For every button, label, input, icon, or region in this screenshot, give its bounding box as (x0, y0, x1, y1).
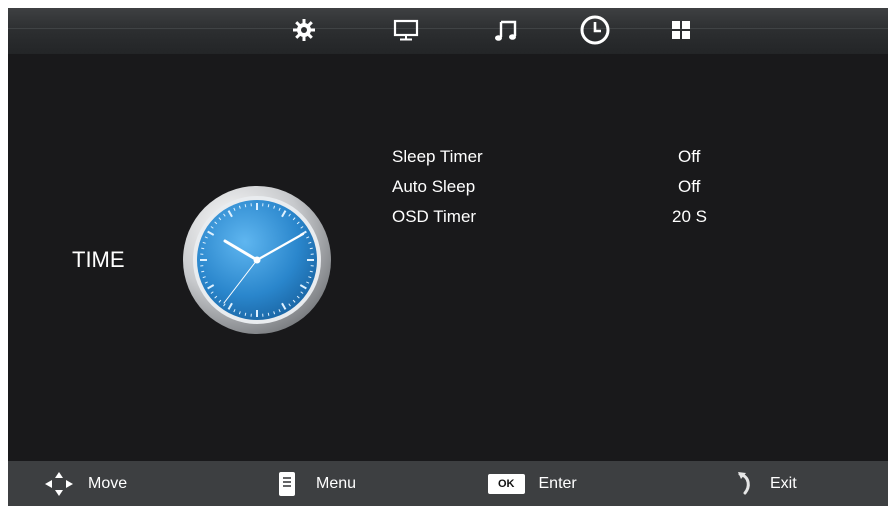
menu-item-auto-sleep[interactable]: Auto Sleep Off (392, 177, 752, 205)
menu-document-icon (278, 471, 296, 497)
osd-menu-screen: TIME Sleep Timer Off Auto Sleep Off OSD … (8, 8, 888, 506)
clock-illustration-icon (182, 185, 332, 340)
clock-tick (267, 312, 270, 316)
tab-screen[interactable] (386, 10, 426, 50)
hint-menu[interactable]: Menu (278, 461, 356, 506)
clock-tick (244, 312, 247, 316)
hint-exit-label: Exit (770, 474, 797, 492)
clock-tick (244, 204, 247, 208)
menu-item-value: 20 S (672, 207, 707, 226)
ok-button-icon: OK (488, 473, 525, 494)
return-arrow-icon (736, 471, 754, 497)
menu-item-value: Off (678, 177, 701, 196)
hint-enter[interactable]: OK Enter (488, 461, 577, 506)
menu-item-label: Sleep Timer (392, 147, 483, 166)
clock-tick (309, 247, 313, 250)
hint-menu-label: Menu (316, 474, 357, 492)
hint-exit[interactable]: Exit (736, 461, 797, 506)
gear-icon (292, 18, 316, 42)
clock-tick (267, 204, 270, 208)
topbar-divider (8, 28, 888, 29)
menu-item-value: Off (678, 147, 701, 166)
clock-icon (579, 14, 611, 46)
music-note-icon (493, 17, 519, 43)
grid-icon (670, 19, 692, 41)
clock-tick (201, 247, 205, 250)
hint-move-label: Move (88, 474, 128, 492)
tab-setup[interactable] (661, 10, 701, 50)
menu-item-osd-timer[interactable]: OSD Timer 20 S (392, 207, 752, 235)
menu-item-label: Auto Sleep (392, 177, 476, 196)
category-tab-bar (8, 8, 888, 54)
monitor-icon (393, 18, 419, 42)
hint-move[interactable]: Move (44, 461, 127, 506)
hint-enter-label: Enter (538, 474, 577, 492)
clock-tick (201, 270, 205, 273)
menu-item-label: OSD Timer (392, 207, 477, 226)
tab-time[interactable] (575, 10, 615, 50)
section-title: TIME (72, 247, 125, 272)
tab-picture-settings[interactable] (284, 10, 324, 50)
dpad-arrows-icon (44, 471, 74, 497)
menu-item-sleep-timer[interactable]: Sleep Timer Off (392, 147, 752, 175)
clock-tick (309, 270, 313, 273)
tab-sound[interactable] (486, 10, 526, 50)
footer-hint-bar: Move Menu OK Enter Exit (8, 461, 888, 506)
